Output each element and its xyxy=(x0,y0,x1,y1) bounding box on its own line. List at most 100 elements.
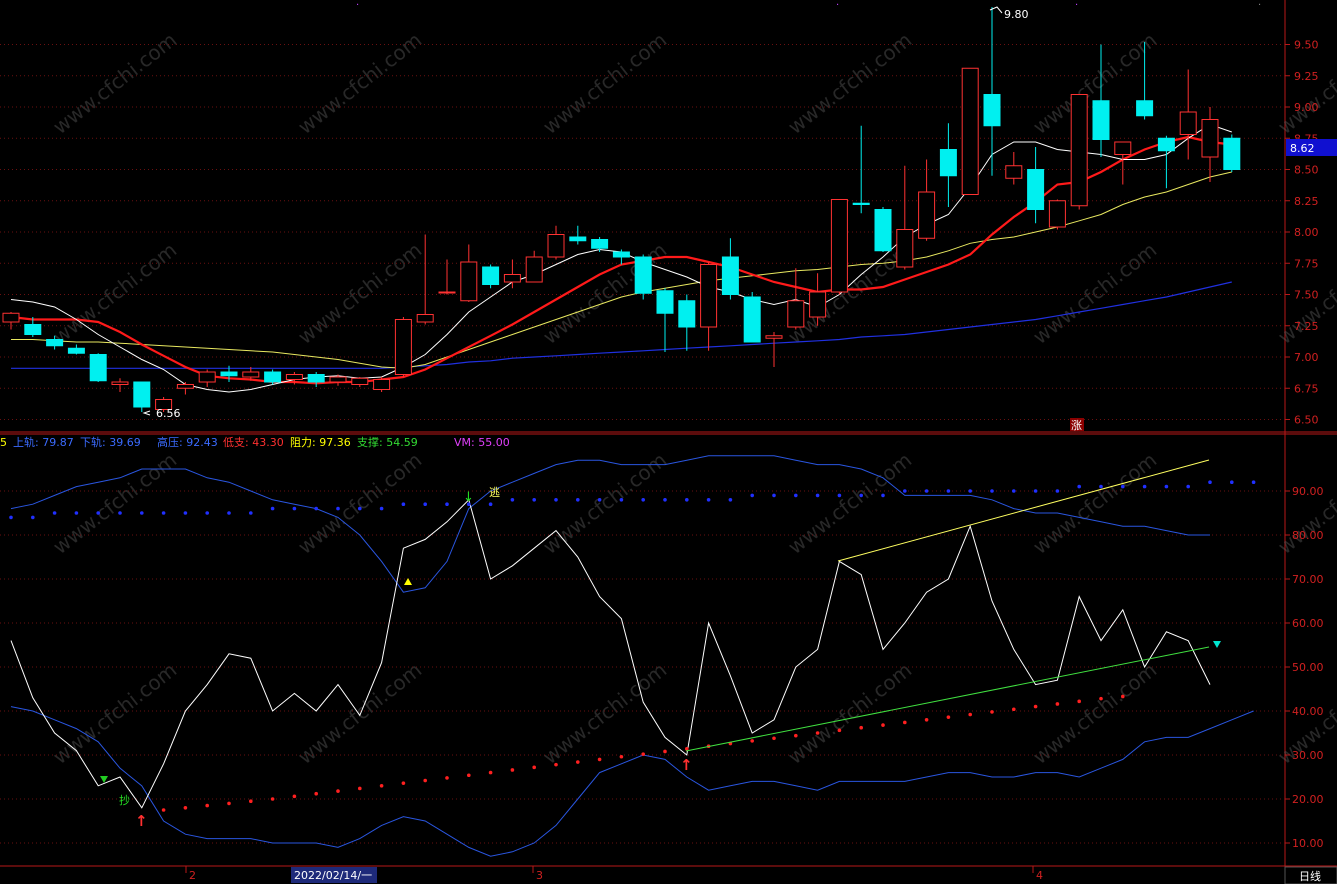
stock-chart[interactable]: www.cfchi.com www.cfchi.com www.cfchi.com w… xyxy=(0,0,1337,884)
candle[interactable] xyxy=(1048,199,1066,230)
red-up-arrow-icon-2: ↑ xyxy=(680,756,693,774)
candle-body-up xyxy=(176,384,194,389)
price-tick-label: 7.75 xyxy=(1294,257,1319,270)
candle-body-up xyxy=(1070,94,1088,207)
high-pressure-dot xyxy=(445,502,449,507)
candle-body-up xyxy=(1005,165,1023,179)
low-support-dot xyxy=(903,720,907,725)
candle-body-up xyxy=(2,312,20,323)
high-pressure-dot xyxy=(924,489,929,493)
low-support-dot xyxy=(532,765,536,770)
price-tick-label: 8.25 xyxy=(1294,195,1319,208)
high-pressure-dot xyxy=(96,511,100,515)
low-support-dot xyxy=(576,760,580,764)
high-pressure-dot xyxy=(1012,489,1016,493)
price-tick-label: 6.75 xyxy=(1294,382,1319,395)
high-pressure-dot xyxy=(9,515,13,520)
low-support-dot xyxy=(1077,699,1081,704)
low-support-dot xyxy=(859,725,863,730)
candle-body-up xyxy=(1048,200,1066,228)
candle[interactable] xyxy=(961,67,979,195)
low-support-dot xyxy=(663,749,667,754)
x-label-feb: 2 xyxy=(189,869,196,882)
candle[interactable] xyxy=(830,199,848,295)
price-tick-label: 6.50 xyxy=(1294,414,1319,427)
low-support-dot xyxy=(401,781,406,785)
low-support-dot xyxy=(619,754,624,759)
high-pressure-dot xyxy=(837,493,842,498)
candle[interactable] xyxy=(1223,134,1241,173)
candle-body-up xyxy=(242,371,260,378)
low-support-dot xyxy=(1055,702,1060,706)
low-support-dot xyxy=(510,768,515,772)
low-support-dot xyxy=(1121,694,1125,699)
candle[interactable] xyxy=(133,381,151,412)
indicator-tick-label: 10.00 xyxy=(1292,837,1324,850)
high-pressure-dot xyxy=(401,502,406,507)
candle-body-down xyxy=(678,300,696,328)
candle-body-down xyxy=(1157,137,1175,152)
legend-resistance: 阻力: 97.36 xyxy=(290,436,351,449)
high-pressure-dot xyxy=(1251,480,1256,485)
indicator-tick-label: 60.00 xyxy=(1292,617,1324,630)
high-pressure-dot xyxy=(510,498,515,502)
top-marker-3: · xyxy=(1075,0,1078,11)
candle-body-up xyxy=(198,371,216,383)
candle[interactable] xyxy=(634,254,652,300)
high-pressure-dot xyxy=(292,506,297,511)
high-pressure-dot xyxy=(794,493,798,498)
high-pressure-dot xyxy=(74,511,79,515)
candle-body-down xyxy=(482,266,500,285)
indicator-tick-label: 30.00 xyxy=(1292,749,1324,762)
low-support-dot xyxy=(467,773,471,778)
candle-body-up xyxy=(351,377,369,385)
high-pressure-dot xyxy=(881,493,885,498)
candle[interactable] xyxy=(373,377,391,392)
high-pressure-dot xyxy=(597,498,602,502)
high-pressure-dot xyxy=(641,498,645,502)
green-down-arrow-icon: ↓ xyxy=(463,490,474,505)
candle-body-down xyxy=(307,374,325,383)
low-support-dot xyxy=(161,808,166,812)
candle-body-down xyxy=(46,339,64,347)
candle-body-up xyxy=(525,256,543,283)
candle-body-down xyxy=(569,236,587,242)
candle[interactable] xyxy=(874,207,892,252)
legend-upper-band: 上轨: 79.87 xyxy=(13,435,74,449)
high-pressure-dot xyxy=(1077,484,1081,489)
candle-body-down xyxy=(983,94,1001,127)
candle-body-up xyxy=(416,314,434,323)
candle-body-up xyxy=(787,300,805,328)
price-tick-label: 7.25 xyxy=(1294,320,1319,333)
escape-signal-label: 逃 xyxy=(489,486,500,499)
candle-body-up xyxy=(918,191,936,239)
high-pressure-dot xyxy=(314,506,319,511)
candle[interactable] xyxy=(264,369,282,385)
candle-body-down xyxy=(67,347,85,354)
candle[interactable] xyxy=(89,353,107,382)
candle-body-down xyxy=(1223,137,1241,170)
high-pressure-dot xyxy=(249,511,253,515)
candle-body-up xyxy=(830,199,848,293)
high-pressure-dot xyxy=(903,489,907,493)
indicator-tick-label: 70.00 xyxy=(1292,573,1324,586)
low-support-dot xyxy=(990,710,994,714)
candle[interactable] xyxy=(743,292,761,343)
low-support-dot xyxy=(270,797,275,801)
top-marker-2: · xyxy=(836,0,839,11)
indicator-tick-label: 80.00 xyxy=(1292,529,1324,542)
candle[interactable] xyxy=(1070,94,1088,210)
high-pressure-dot xyxy=(576,498,580,502)
candle-body-down xyxy=(852,202,870,205)
low-support-dot xyxy=(1099,696,1103,701)
high-pressure-dot xyxy=(183,511,188,515)
candle-body-up xyxy=(329,376,347,383)
low-support-dot xyxy=(314,791,319,796)
candle[interactable] xyxy=(394,317,412,377)
price-tick-label: 9.00 xyxy=(1294,101,1319,114)
candle-body-up xyxy=(460,261,478,302)
candle[interactable] xyxy=(482,264,500,289)
candle-body-down xyxy=(264,371,282,383)
low-support-dot xyxy=(423,778,428,783)
candle-body-up xyxy=(111,381,129,385)
